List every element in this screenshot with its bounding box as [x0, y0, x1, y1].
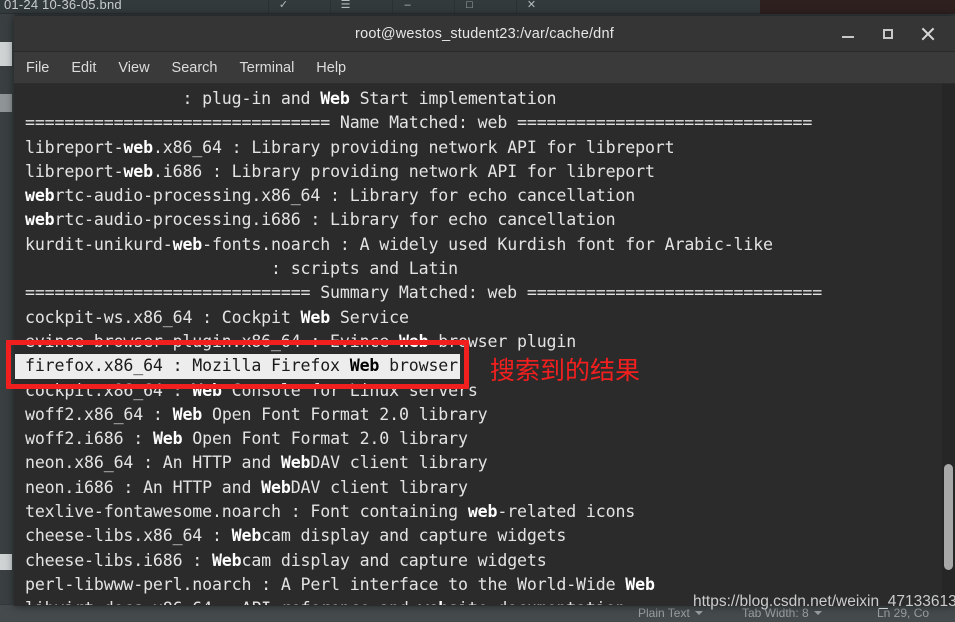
terminal-output[interactable]: : plug-in and Web Start implementation ==… [14, 84, 942, 605]
menu-item-terminal[interactable]: Terminal [240, 60, 295, 76]
background-left-chip [0, 42, 12, 66]
terminal-line-selected: firefox.x86_64 : Mozilla Firefox Web bro… [15, 354, 460, 379]
terminal-line: webrtc-audio-processing.i686 : Library f… [25, 210, 616, 230]
menu-item-edit[interactable]: Edit [71, 60, 96, 76]
terminal-line: cheese-libs.x86_64 : Webcam display and … [25, 526, 567, 546]
chevron-down-icon [813, 611, 822, 615]
terminal-window: root@westos_student23:/var/cache/dnf Fil… [14, 16, 955, 606]
menu-item-help[interactable]: Help [316, 60, 346, 76]
window-controls [839, 16, 947, 52]
background-filename: 01-24 10-36-05.bnd [4, 0, 122, 12]
menu-icon[interactable]: ☰ [330, 0, 360, 13]
minimize-icon[interactable]: – [392, 0, 422, 13]
watermark: https://blog.csdn.net/weixin_47133613 [693, 593, 955, 610]
terminal-line: cheese-libs.i686 : Webcam display and ca… [25, 550, 547, 570]
chevron-down-icon [694, 611, 703, 615]
terminal-line: libreport-web.i686 : Library providing n… [25, 161, 655, 181]
maximize-icon[interactable]: □ [454, 0, 484, 13]
menu-item-view[interactable]: View [118, 60, 149, 76]
terminal-line: woff2.i686 : Web Open Font Format 2.0 li… [25, 429, 468, 449]
terminal-line: evince-browser-plugin.x86_64 : Evince We… [25, 331, 577, 351]
status-language-label: Plain Text [638, 606, 690, 620]
terminal-line: webrtc-audio-processing.x86_64 : Library… [25, 186, 636, 206]
terminal-line: texlive-fontawesome.noarch : Font contai… [25, 502, 636, 522]
terminal-menubar: File Edit View Search Terminal Help [14, 52, 955, 84]
close-button[interactable] [919, 25, 937, 43]
terminal-body: : plug-in and Web Start implementation ==… [14, 84, 955, 605]
close-icon[interactable]: ✕ [516, 0, 546, 13]
minimize-button[interactable] [839, 25, 857, 43]
terminal-line: ============================= Summary Ma… [25, 283, 823, 303]
terminal-line: cockpit-ws.x86_64 : Cockpit Web Service [25, 307, 409, 327]
maximize-icon [883, 29, 893, 39]
minimize-icon [842, 36, 854, 38]
scrollbar-thumb[interactable] [944, 464, 953, 570]
terminal-line: : scripts and Latin [25, 259, 458, 279]
terminal-titlebar[interactable]: root@westos_student23:/var/cache/dnf [14, 16, 955, 52]
terminal-line: woff2.x86_64 : Web Open Font Format 2.0 … [25, 404, 488, 424]
background-left-chip [0, 554, 12, 570]
background-left-edge [0, 14, 14, 622]
maximize-button[interactable] [879, 25, 897, 43]
terminal-scrollbar[interactable] [942, 84, 955, 605]
background-titlebar: 01-24 10-36-05.bnd ✓ ☰ – □ ✕ [0, 0, 760, 14]
screen: 01-24 10-36-05.bnd ✓ ☰ – □ ✕ Plain Text … [0, 0, 955, 622]
background-titlebar-right-fill [760, 0, 955, 14]
terminal-line: : plug-in and Web Start implementation [25, 89, 557, 108]
menu-item-search[interactable]: Search [172, 60, 218, 76]
terminal-line: kurdit-unikurd-web-fonts.noarch : A wide… [25, 234, 773, 254]
menu-item-file[interactable]: File [26, 60, 49, 76]
check-icon[interactable]: ✓ [268, 0, 298, 13]
terminal-line: cockpit.x86_64 : Web Console for Linux s… [25, 380, 478, 400]
annotation-label: 搜索到的结果 [490, 356, 641, 386]
terminal-line: neon.x86_64 : An HTTP and WebDAV client … [25, 453, 488, 473]
terminal-line: =============================== Name Mat… [25, 113, 813, 133]
terminal-line: neon.i686 : An HTTP and WebDAV client li… [25, 477, 468, 497]
terminal-title: root@westos_student23:/var/cache/dnf [355, 26, 614, 42]
background-left-chip [0, 94, 12, 112]
terminal-line: libreport-web.x86_64 : Library providing… [25, 137, 675, 157]
